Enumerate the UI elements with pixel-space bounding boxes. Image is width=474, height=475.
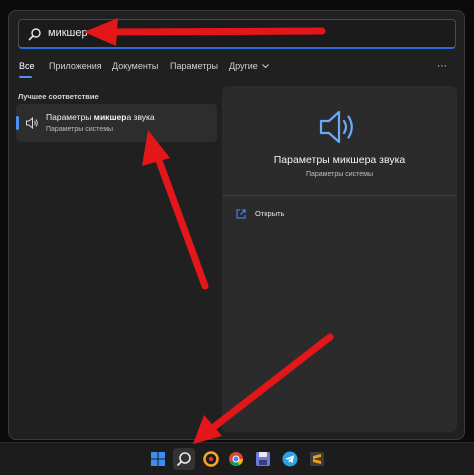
- tab-documents[interactable]: Документы: [112, 61, 158, 71]
- yandex-browser-icon[interactable]: [203, 451, 219, 467]
- search-icon: [28, 28, 41, 41]
- speaker-icon: [319, 110, 353, 144]
- tab-apps[interactable]: Приложения: [49, 61, 102, 71]
- search-input[interactable]: микшер: [18, 19, 456, 49]
- best-match-result[interactable]: Параметры микшера звука Параметры систем…: [16, 104, 217, 142]
- save-icon[interactable]: [255, 451, 271, 467]
- more-options-icon[interactable]: ⋯: [437, 61, 448, 72]
- selection-accent: [16, 116, 19, 130]
- open-label: Открыть: [255, 209, 285, 218]
- best-match-title: Параметры микшера звука: [46, 112, 155, 122]
- sublime-text-icon[interactable]: [309, 451, 325, 467]
- taskbar: [0, 442, 474, 475]
- divider: [222, 195, 457, 196]
- open-external-icon: [236, 209, 246, 219]
- active-tab-indicator: [19, 76, 32, 78]
- windows-start-icon[interactable]: [150, 451, 166, 467]
- detail-title: Параметры микшера звука: [273, 154, 406, 166]
- search-icon: [177, 452, 191, 466]
- search-value: микшер: [48, 27, 88, 39]
- chevron-down-icon: [262, 64, 270, 69]
- tab-other-label: Другие: [229, 61, 258, 71]
- best-match-subtitle: Параметры системы: [46, 126, 114, 133]
- speaker-icon: [26, 116, 38, 130]
- tab-settings[interactable]: Параметры: [170, 61, 218, 71]
- telegram-icon[interactable]: [282, 451, 298, 467]
- detail-subtitle: Параметры системы: [305, 171, 374, 178]
- tab-other[interactable]: Другие: [229, 61, 270, 71]
- best-match-heading: Лучшее соответствие: [18, 92, 99, 101]
- chrome-icon[interactable]: [228, 451, 244, 467]
- tab-all[interactable]: Все: [19, 61, 35, 71]
- taskbar-search-button[interactable]: [173, 448, 195, 470]
- detail-pane: Параметры микшера звука Параметры систем…: [222, 86, 457, 432]
